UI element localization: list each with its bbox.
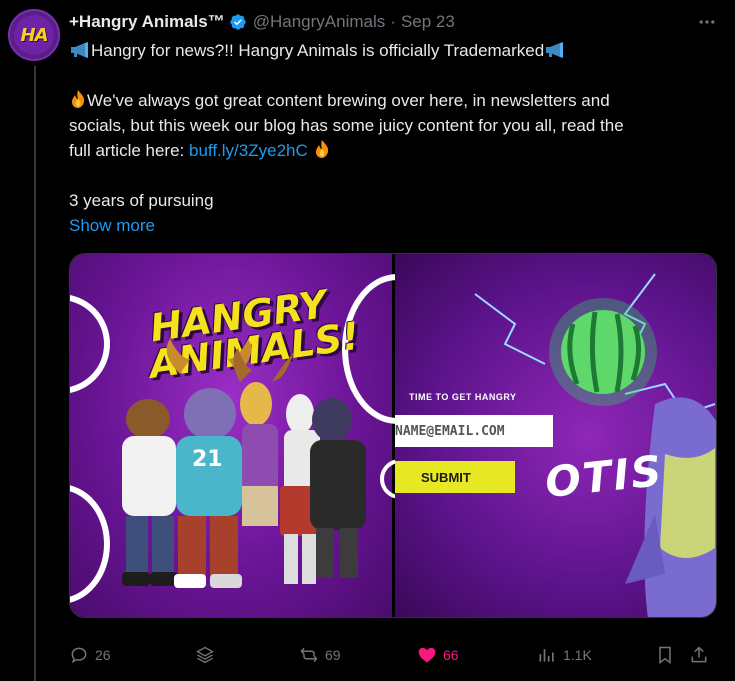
bookmark-icon [659,646,671,664]
fire-emoji-icon [315,140,328,158]
email-field: NAME@EMAIL.COM [395,415,553,447]
grok-button[interactable] [195,640,215,670]
like-count: 66 [443,647,459,663]
more-horizontal-icon[interactable] [695,10,719,34]
reply-icon [71,647,87,664]
like-button[interactable]: 66 [417,640,459,670]
fire-emoji-icon [72,90,85,108]
text-line-3: socials, but this week our blog has some… [69,116,624,135]
tweet-text: Hangry for news?!! Hangry Animals is off… [69,38,709,238]
avatar-logo: HA [14,15,54,55]
avatar[interactable]: HA [8,9,60,61]
show-more-link[interactable]: Show more [69,213,709,238]
tweet-header: +Hangry Animals™ @HangryAnimals · Sep 23 [69,10,455,34]
display-name[interactable]: +Hangry Animals™ [69,12,225,32]
views-button[interactable]: 1.1K [537,640,592,670]
reply-count: 26 [95,647,111,663]
views-icon [539,649,554,662]
text-line-1-content: Hangry for news?!! Hangry Animals is off… [91,41,545,60]
media-grid: HANGRY ANIMALS! 21 TIME TO GET HANGRY NA… [69,253,717,618]
share-button[interactable] [689,640,709,670]
megaphone-emoji-icon [546,42,564,58]
action-bar: 26 69 66 1.1K [69,640,717,670]
submit-button: SUBMIT [395,461,515,493]
retweet-button[interactable]: 69 [299,640,341,670]
text-line-4-prefix: full article here: [69,141,189,160]
retweet-icon [300,647,318,663]
svg-text:21: 21 [192,447,223,472]
grok-icon [196,646,214,664]
verified-badge-icon[interactable] [229,13,247,31]
reply-button[interactable]: 26 [69,640,111,670]
text-line-5: 3 years of pursuing [69,191,214,210]
retweet-count: 69 [325,647,341,663]
share-icon [691,646,707,663]
timestamp[interactable]: Sep 23 [401,12,455,32]
text-line-2: We've always got great content brewing o… [69,88,709,113]
views-count: 1.1K [563,647,592,663]
handle[interactable]: @HangryAnimals [253,12,386,32]
heart-filled-icon [418,647,436,663]
newsletter-form-label: TIME TO GET HANGRY [409,392,517,402]
text-line-4: full article here: buff.ly/3Zye2hC [69,138,709,163]
separator-dot: · [390,12,396,31]
characters-illustration: 21 [122,339,366,588]
article-link[interactable]: buff.ly/3Zye2hC [189,141,308,160]
text-line-1: Hangry for news?!! Hangry Animals is off… [69,38,709,63]
thread-line [34,66,36,681]
bookmark-button[interactable] [655,640,675,670]
avatar-logo-text: HA [20,24,49,46]
text-line-2-content: We've always got great content brewing o… [87,91,610,110]
megaphone-emoji-icon [71,42,88,58]
media-image-otis[interactable]: TIME TO GET HANGRY NAME@EMAIL.COM SUBMIT… [395,254,716,617]
media-image-characters[interactable]: HANGRY ANIMALS! 21 [70,254,452,617]
